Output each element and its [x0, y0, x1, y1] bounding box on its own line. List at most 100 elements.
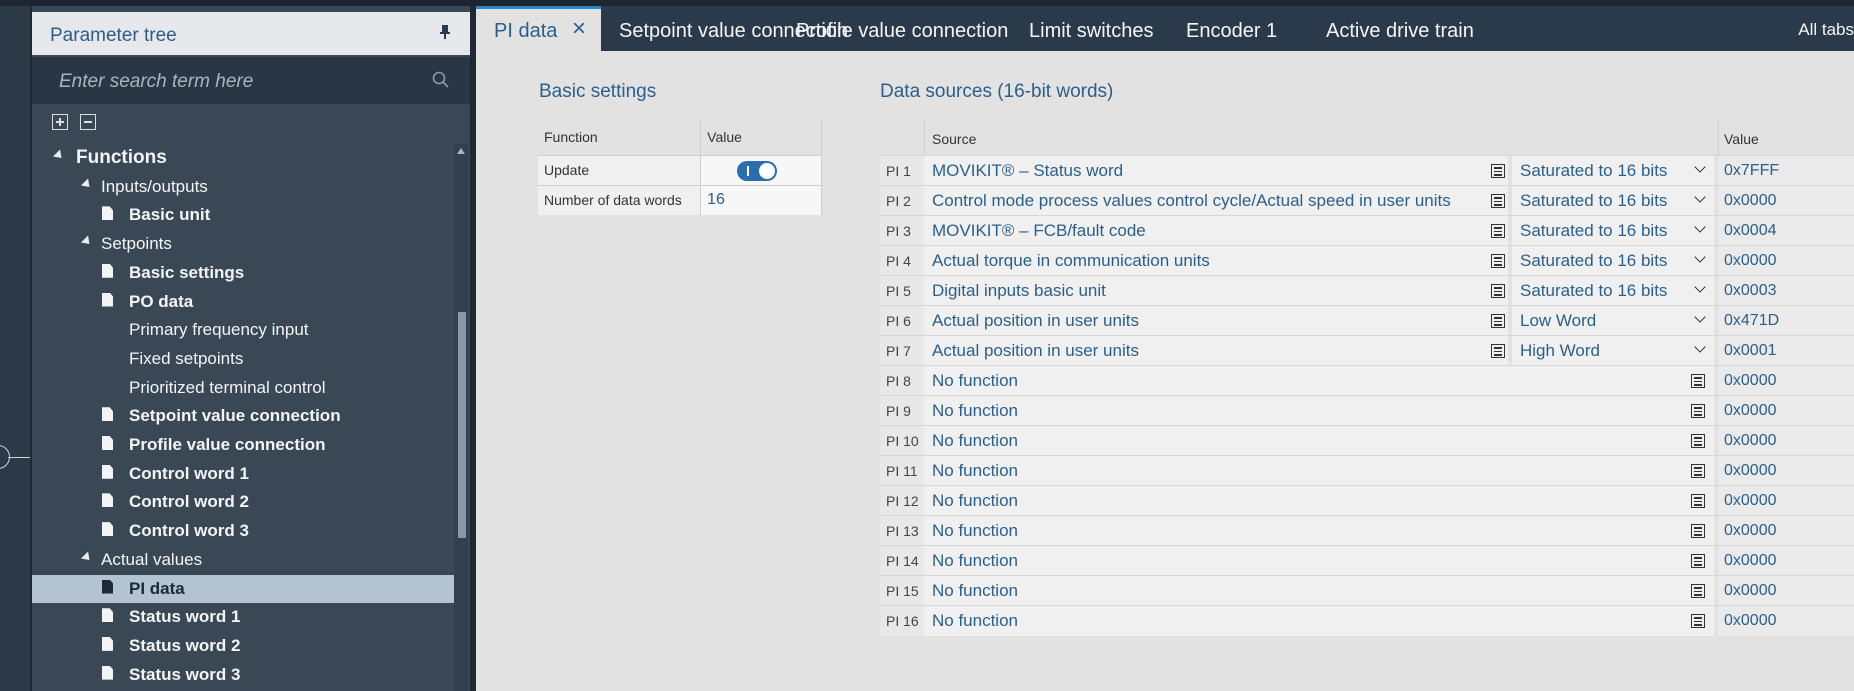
list-select-icon[interactable] — [1691, 524, 1705, 538]
tree-item[interactable]: Prioritized terminal control — [32, 374, 454, 402]
tree-item[interactable]: Primary frequency input — [32, 316, 454, 344]
source-field[interactable]: MOVIKIT® – FCB/fault code — [924, 216, 1508, 246]
pi-label: PI 16 — [880, 606, 924, 636]
source-field[interactable]: MOVIKIT® – Status word — [924, 156, 1508, 186]
source-field[interactable]: No function — [924, 366, 1714, 396]
list-select-icon[interactable] — [1491, 224, 1505, 238]
list-select-icon[interactable] — [1691, 374, 1705, 388]
tree-item[interactable]: Status word 2 — [32, 632, 454, 660]
format-select[interactable]: Saturated to 16 bits — [1512, 156, 1714, 186]
source-field[interactable]: No function — [924, 576, 1714, 606]
search-input[interactable]: Enter search term here — [32, 57, 470, 104]
tree-scrollbar[interactable] — [454, 144, 468, 691]
tree-item[interactable]: Profile value connection — [32, 431, 454, 459]
list-select-icon[interactable] — [1691, 614, 1705, 628]
scrollbar-thumb[interactable] — [458, 312, 466, 538]
format-select[interactable]: Low Word — [1512, 306, 1714, 336]
source-field[interactable]: Actual torque in communication units — [924, 246, 1508, 276]
source-field[interactable]: Actual position in user units — [924, 306, 1508, 336]
chevron-down-icon[interactable] — [1694, 191, 1706, 203]
source-field[interactable]: Control mode process values control cycl… — [924, 186, 1508, 216]
format-select[interactable]: Saturated to 16 bits — [1512, 246, 1714, 276]
value-field: 0x0000 — [1718, 516, 1854, 546]
tree-item[interactable]: Fixed setpoints — [32, 345, 454, 373]
tree-item-label: Setpoints — [101, 234, 172, 254]
source-field[interactable]: Digital inputs basic unit — [924, 276, 1508, 306]
tab-item[interactable]: Profile value connection — [796, 6, 1008, 51]
list-select-icon[interactable] — [1491, 194, 1505, 208]
number-of-data-words-field[interactable]: 16 — [700, 184, 822, 215]
format-select[interactable]: High Word — [1512, 336, 1714, 366]
format-select[interactable]: Saturated to 16 bits — [1512, 216, 1714, 246]
pi-label: PI 9 — [880, 396, 924, 426]
list-select-icon[interactable] — [1491, 314, 1505, 328]
collapse-arrow-icon[interactable] — [52, 149, 66, 162]
tab-item[interactable]: Encoder 1 — [1186, 6, 1306, 51]
source-field[interactable]: Actual position in user units — [924, 336, 1508, 366]
tree-item[interactable]: Control word 3 — [32, 517, 454, 545]
tree-item[interactable]: Setpoints — [32, 230, 454, 258]
parameter-tree-panel: Parameter tree Enter search term here Fu… — [32, 6, 470, 691]
list-select-icon[interactable] — [1491, 164, 1505, 178]
close-tab-icon[interactable]: × — [572, 15, 586, 43]
tree-item[interactable]: Setpoint value connection — [32, 402, 454, 430]
source-field[interactable]: No function — [924, 606, 1714, 636]
column-header-source: Source — [932, 131, 977, 147]
list-select-icon[interactable] — [1491, 254, 1505, 268]
tree-item[interactable]: Functions — [32, 144, 454, 172]
all-tabs-button[interactable]: All tabs — [1798, 20, 1854, 40]
tree-item-label: Status word 2 — [129, 635, 241, 655]
list-select-icon[interactable] — [1491, 344, 1505, 358]
tree-item[interactable]: PO data — [32, 288, 454, 316]
tree-item[interactable]: Control word 1 — [32, 460, 454, 488]
collapse-arrow-icon[interactable] — [80, 551, 94, 564]
pin-icon[interactable] — [438, 24, 452, 45]
collapse-all-icon[interactable] — [80, 114, 96, 130]
document-icon — [102, 665, 113, 680]
tab-bar: All tabs PI data × Setpoint value connecti… — [476, 6, 1854, 51]
tree-item[interactable]: Basic settings — [32, 259, 454, 287]
scroll-up-icon[interactable] — [457, 148, 465, 154]
tree-item[interactable]: Basic unit — [32, 201, 454, 229]
chevron-down-icon[interactable] — [1694, 221, 1706, 233]
collapse-arrow-icon[interactable] — [80, 235, 94, 248]
list-select-icon[interactable] — [1491, 284, 1505, 298]
list-select-icon[interactable] — [1691, 434, 1705, 448]
chevron-down-icon[interactable] — [1694, 311, 1706, 323]
format-select[interactable]: Saturated to 16 bits — [1512, 276, 1714, 306]
document-icon — [102, 464, 113, 479]
list-select-icon[interactable] — [1691, 464, 1705, 478]
tree-item[interactable]: Status word 1 — [32, 603, 454, 631]
pi-label: PI 8 — [880, 366, 924, 396]
expand-all-icon[interactable] — [52, 114, 68, 130]
source-field[interactable]: No function — [924, 516, 1714, 546]
list-select-icon[interactable] — [1691, 404, 1705, 418]
collapse-arrow-icon[interactable] — [80, 178, 94, 191]
tree-item[interactable]: Control word 2 — [32, 488, 454, 516]
tab-item[interactable]: PI data × — [476, 6, 601, 51]
tree-item[interactable]: PI data — [32, 574, 454, 603]
source-field[interactable]: No function — [924, 426, 1714, 456]
source-field[interactable]: No function — [924, 486, 1714, 516]
tab-item[interactable]: Active drive train — [1326, 6, 1506, 51]
source-field[interactable]: No function — [924, 456, 1714, 486]
chevron-down-icon[interactable] — [1694, 161, 1706, 173]
chevron-down-icon[interactable] — [1694, 341, 1706, 353]
list-select-icon[interactable] — [1691, 554, 1705, 568]
format-select[interactable]: Saturated to 16 bits — [1512, 186, 1714, 216]
source-field[interactable]: No function — [924, 546, 1714, 576]
list-select-icon[interactable] — [1691, 584, 1705, 598]
format-select-value: Saturated to 16 bits — [1520, 221, 1668, 240]
document-icon — [102, 579, 113, 594]
tree-item[interactable]: Inputs/outputs — [32, 173, 454, 201]
tree-item[interactable]: Status word 3 — [32, 661, 454, 689]
tab-item[interactable]: Limit switches — [1029, 6, 1179, 51]
update-toggle[interactable] — [737, 160, 778, 181]
source-field[interactable]: No function — [924, 396, 1714, 426]
pi-label: PI 5 — [880, 276, 924, 306]
chevron-down-icon[interactable] — [1694, 281, 1706, 293]
tree-item[interactable]: Actual values — [32, 546, 454, 574]
chevron-down-icon[interactable] — [1694, 251, 1706, 263]
search-icon[interactable] — [432, 71, 450, 94]
list-select-icon[interactable] — [1691, 494, 1705, 508]
